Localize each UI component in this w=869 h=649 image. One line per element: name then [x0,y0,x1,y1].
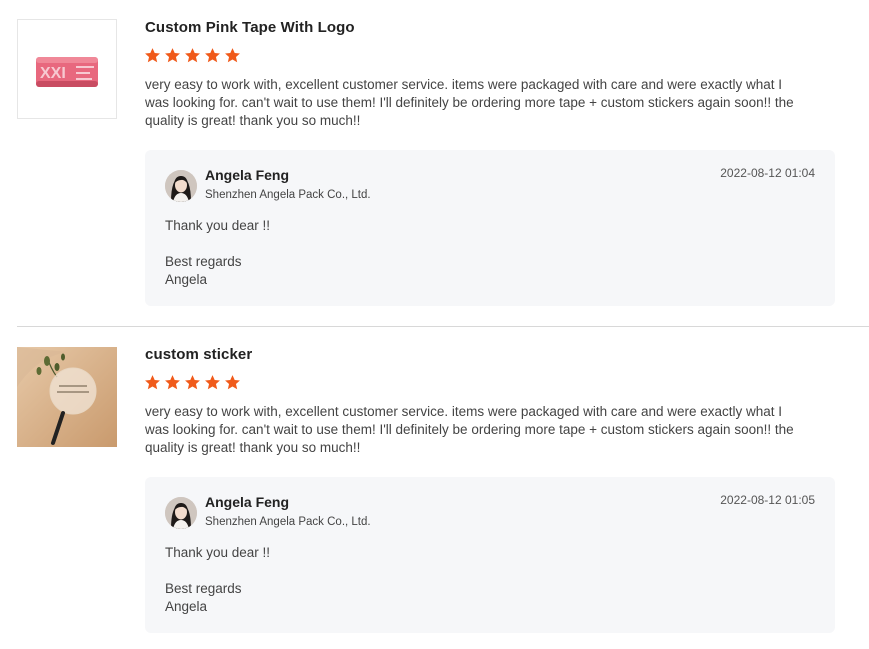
star-icon [205,375,220,390]
reply-text: Thank you dear !! [165,545,271,560]
star-icon [225,48,240,63]
reply-text: Thank you dear !! [165,218,271,233]
rating-stars [144,374,241,391]
star-icon [225,375,240,390]
star-icon [165,375,180,390]
pink-tape-roll-image: XXI [18,20,116,118]
star-icon [145,48,160,63]
reply-date: 2022-08-12 01:05 [720,493,815,507]
svg-text:XXI: XXI [40,65,66,82]
reply-date: 2022-08-12 01:04 [720,166,815,180]
reply-text: Best regards [165,581,242,596]
star-icon [145,375,160,390]
star-icon [205,48,220,63]
avatar [165,497,197,529]
seller-name: Angela Feng [205,167,290,183]
reply-text: Angela [165,272,208,287]
seller-avatar-photo [165,497,197,529]
product-title[interactable]: custom sticker [145,346,252,363]
reply-text: Angela [165,599,208,614]
seller-reply: Angela Feng Shenzhen Angela Pack Co., Lt… [145,477,835,633]
product-title[interactable]: Custom Pink Tape With Logo [145,19,355,36]
divider [17,326,869,327]
seller-name: Angela Feng [205,494,290,510]
star-icon [165,48,180,63]
star-icon [185,375,200,390]
reply-text: Best regards [165,254,242,269]
product-thumbnail[interactable] [17,347,117,447]
seller-avatar-photo [165,170,197,202]
reviews-page: XXI Custom Pink Tape With Logo very easy… [0,0,869,649]
rating-stars [144,47,241,64]
clear-sticker-photo [17,347,117,447]
seller-company: Shenzhen Angela Pack Co., Ltd. [205,189,371,201]
avatar [165,170,197,202]
review-text: very easy to work with, excellent custom… [145,404,794,455]
seller-reply: Angela Feng Shenzhen Angela Pack Co., Lt… [145,150,835,306]
star-icon [185,48,200,63]
product-thumbnail[interactable]: XXI [17,19,117,119]
seller-company: Shenzhen Angela Pack Co., Ltd. [205,516,371,528]
review-text: very easy to work with, excellent custom… [145,77,794,128]
